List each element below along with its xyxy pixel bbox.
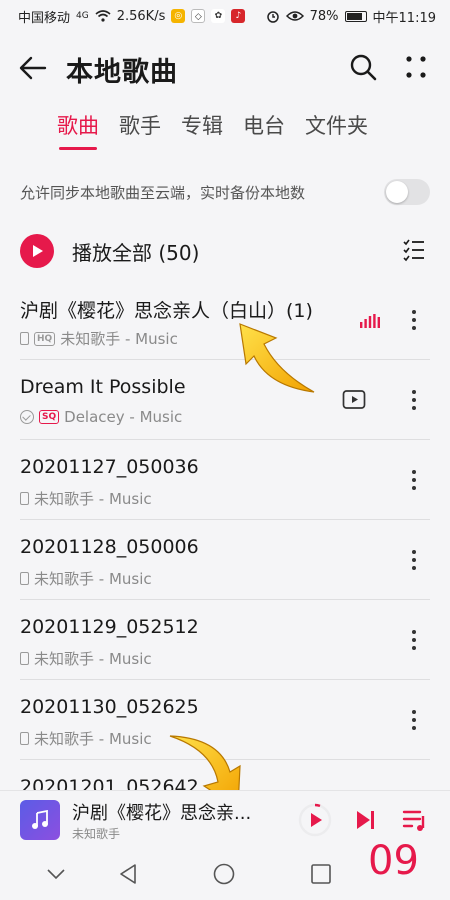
hide-nav-icon[interactable] [44,864,68,884]
song-subtitle: 未知歌手 - Music [34,730,152,748]
song-subtitle: 未知歌手 - Music [34,490,152,508]
status-left: 中国移动 4G 2.56K/s ◎ ◇ ✿ ♪ [18,7,246,26]
music-video-icon[interactable] [342,389,366,411]
nav-recent-apps-icon[interactable] [310,863,332,885]
cloud-sync-label: 允许同步本地歌曲至云端，实时备份本地数 [20,183,306,202]
tab-albums[interactable]: 专辑 [181,110,223,150]
song-subtitle: 未知歌手 - Music [34,650,152,668]
step-number-overlay: 09 [368,838,419,884]
song-meta: 未知歌手 - Music [20,568,152,589]
cloud-sync-row: 允许同步本地歌曲至云端，实时备份本地数 [20,178,430,206]
song-title: 20201130_052625 [20,696,199,718]
song-meta: SQ Delacey - Music [20,408,182,426]
song-meta: 未知歌手 - Music [20,648,152,669]
quality-badge: SQ [39,410,60,424]
local-device-icon [20,572,29,585]
app-notification-icon: ◇ [191,9,206,23]
status-right: 78% 中午11:19 [266,7,436,26]
now-playing-title: 沪剧《樱花》思念亲... [72,803,252,824]
song-subtitle: Delacey - Music [64,408,183,426]
album-art[interactable] [20,800,60,840]
tab-artists[interactable]: 歌手 [119,110,161,150]
song-meta: HQ 未知歌手 - Music [20,328,178,349]
tab-songs[interactable]: 歌曲 [57,110,99,150]
playlist-queue-icon[interactable] [402,807,428,833]
alarm-icon [266,11,279,23]
wifi-icon [95,10,111,22]
eye-comfort-icon [285,11,304,21]
battery-icon [344,10,367,22]
app-notification-icon: ♪ [231,9,246,23]
app-notification-icon: ◎ [171,9,186,23]
quality-badge: HQ [34,331,56,346]
local-device-icon [20,732,29,745]
list-item[interactable]: 20201127_050036 未知歌手 - Music [0,440,450,520]
network-speed: 2.56K/s [116,8,166,24]
list-item[interactable]: 20201128_050006 未知歌手 - Music [0,520,450,600]
carrier-text: 中国移动 [18,10,71,26]
local-device-icon [20,332,29,345]
nav-home-icon[interactable] [212,862,236,886]
tab-folders[interactable]: 文件夹 [305,110,368,150]
song-meta: 未知歌手 - Music [20,728,152,749]
battery-percent: 78% [309,8,339,24]
pointer-arrow-icon [239,323,315,393]
more-options-icon[interactable] [404,54,428,80]
play-pause-icon[interactable] [298,803,332,837]
multi-select-icon[interactable] [402,238,426,262]
nav-back-icon[interactable] [116,862,140,886]
now-playing-artist: 未知歌手 [72,827,121,841]
local-device-icon [20,492,29,505]
song-more-icon[interactable] [402,468,426,492]
back-arrow-icon[interactable] [18,54,48,82]
song-more-icon[interactable] [402,388,426,412]
song-subtitle: 未知歌手 - Music [34,570,152,588]
play-all-label: 播放全部 (50) [72,240,200,265]
song-title: Dream It Possible [20,376,186,398]
page-title: 本地歌曲 [66,57,178,88]
song-title: 20201129_052512 [20,616,199,638]
song-more-icon[interactable] [402,308,426,332]
play-all-icon[interactable] [20,234,54,268]
song-title: 20201127_050036 [20,456,199,478]
status-bar: 中国移动 4G 2.56K/s ◎ ◇ ✿ ♪ 78% 中午11:19 [0,0,450,32]
song-more-icon[interactable] [402,548,426,572]
song-title: 20201128_050006 [20,536,199,558]
network-type: 4G [76,11,89,21]
next-track-icon[interactable] [352,807,378,833]
downloaded-check-icon [20,410,34,424]
category-tabs: 歌曲 歌手 专辑 电台 文件夹 [57,110,368,150]
app-notification-icon: ✿ [211,9,226,23]
tab-radio[interactable]: 电台 [243,110,285,150]
song-meta: 未知歌手 - Music [20,488,152,509]
song-more-icon[interactable] [402,628,426,652]
search-icon[interactable] [348,52,378,82]
now-playing-icon [360,314,380,328]
local-device-icon [20,652,29,665]
app-header: 本地歌曲 [0,40,450,96]
song-title: 沪剧《樱花》思念亲人（白山）(1) [20,300,313,322]
song-more-icon[interactable] [402,708,426,732]
play-all-row[interactable]: 播放全部 (50) [20,230,430,272]
cloud-sync-toggle[interactable] [384,179,430,205]
list-item[interactable]: 20201129_052512 未知歌手 - Music [0,600,450,680]
song-subtitle: 未知歌手 - Music [60,330,178,348]
clock: 中午11:19 [372,10,436,26]
